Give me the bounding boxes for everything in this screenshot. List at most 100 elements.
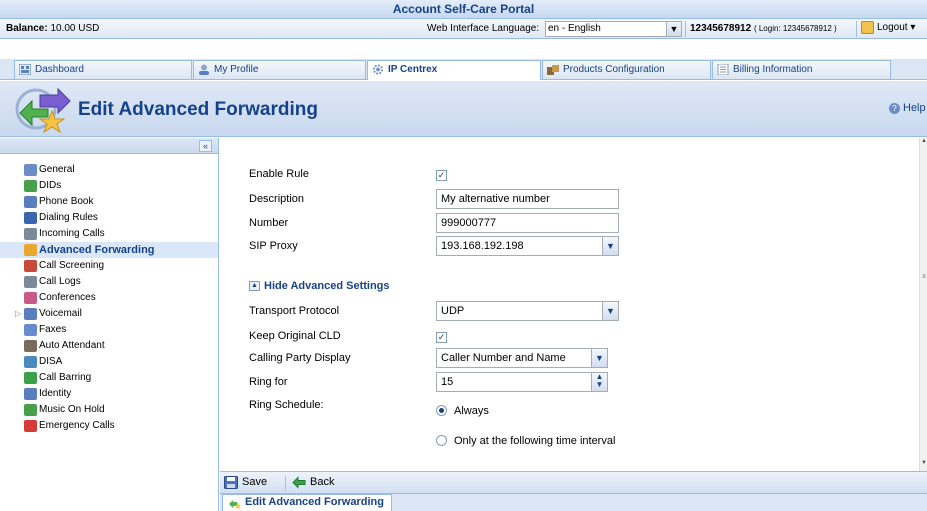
save-label: Save xyxy=(242,476,268,488)
scroll-down-icon[interactable]: ▼ xyxy=(920,460,927,466)
sidebar-item-general[interactable]: General xyxy=(0,162,218,178)
bottom-tab-label: Edit Advanced Forwarding xyxy=(245,496,384,508)
expand-icon[interactable]: ▷ xyxy=(15,306,21,322)
sidebar-item-emergency-calls[interactable]: Emergency Calls xyxy=(0,418,218,434)
dashboard-icon xyxy=(19,64,31,75)
sidebar-list: General DIDs Phone Book Dialing Rules In… xyxy=(0,154,218,434)
sidebar-item-disa[interactable]: DISA xyxy=(0,354,218,370)
logout-label: Logout xyxy=(877,22,908,34)
main-tabs: Dashboard My Profile IP Centrex Products… xyxy=(0,59,927,80)
advanced-forwarding-icon xyxy=(229,500,241,509)
tab-billing-information[interactable]: Billing Information xyxy=(712,60,891,79)
schedule-always-radio[interactable] xyxy=(436,405,447,416)
help-label: Help xyxy=(903,102,926,114)
language-value: en - English xyxy=(548,23,601,34)
content-scrollbar[interactable]: ▲ ≡ ▼ xyxy=(919,138,927,471)
tab-label: Products Configuration xyxy=(563,64,665,75)
sidebar-item-label: Auto Attendant xyxy=(39,340,105,351)
sidebar-item-call-logs[interactable]: Call Logs xyxy=(0,274,218,290)
back-button[interactable]: Back xyxy=(292,476,335,489)
sidebar-item-music-on-hold[interactable]: Music On Hold xyxy=(0,402,218,418)
keep-cld-checkbox[interactable]: ✓ xyxy=(436,332,447,343)
enable-rule-checkbox[interactable]: ✓ xyxy=(436,170,447,181)
transport-select[interactable]: UDP ▼ xyxy=(436,301,619,321)
document-icon xyxy=(717,64,729,75)
back-arrow-icon xyxy=(292,476,306,489)
collapse-icon[interactable]: « xyxy=(199,140,212,152)
tab-edit-advanced-forwarding[interactable]: Edit Advanced Forwarding xyxy=(222,494,392,511)
sidebar-item-advanced-forwarding[interactable]: Advanced Forwarding xyxy=(0,242,218,258)
description-label: Description xyxy=(249,193,305,205)
help-icon: ? xyxy=(889,103,900,114)
bottom-tab-bar: Edit Advanced Forwarding xyxy=(220,494,927,511)
scroll-up-icon[interactable]: ▲ xyxy=(920,138,927,144)
disa-icon xyxy=(24,356,37,368)
sidebar-item-dids[interactable]: DIDs xyxy=(0,178,218,194)
schedule-always-label: Always xyxy=(454,405,489,417)
language-select[interactable]: en - English ▼ xyxy=(545,21,682,37)
sip-proxy-value: 193.168.192.198 xyxy=(441,240,524,252)
scroll-grip-icon[interactable]: ≡ xyxy=(920,274,927,280)
tab-dashboard[interactable]: Dashboard xyxy=(14,60,192,79)
stepper-arrows-icon[interactable]: ▲ ▼ xyxy=(591,373,607,391)
tab-my-profile[interactable]: My Profile xyxy=(193,60,366,79)
sidebar-item-incoming-calls[interactable]: Incoming Calls xyxy=(0,226,218,242)
sidebar-item-call-screening[interactable]: Call Screening xyxy=(0,258,218,274)
sidebar-item-auto-attendant[interactable]: Auto Attendant xyxy=(0,338,218,354)
keep-cld-label: Keep Original CLD xyxy=(249,330,341,342)
dialing-rules-icon xyxy=(24,212,37,224)
hide-advanced-toggle[interactable]: ▲ Hide Advanced Settings xyxy=(249,280,390,292)
divider xyxy=(685,21,686,37)
sidebar-item-label: General xyxy=(39,164,75,175)
number-label: Number xyxy=(249,217,289,229)
lock-icon xyxy=(861,21,874,34)
chevron-down-icon[interactable]: ▼ xyxy=(591,349,607,367)
auto-attendant-icon xyxy=(24,340,37,352)
sidebar-item-conferences[interactable]: Conferences xyxy=(0,290,218,306)
calling-party-select[interactable]: Caller Number and Name ▼ xyxy=(436,348,608,368)
balance-value: 10.00 USD xyxy=(50,23,100,34)
chevron-down-icon[interactable]: ▼ xyxy=(602,302,618,320)
sidebar-item-phone-book[interactable]: Phone Book xyxy=(0,194,218,210)
sidebar: « General DIDs Phone Book Dialing Rules … xyxy=(0,138,219,511)
conferences-icon xyxy=(24,292,37,304)
sidebar-item-faxes[interactable]: Faxes xyxy=(0,322,218,338)
voicemail-icon xyxy=(24,308,37,320)
sidebar-item-voicemail[interactable]: ▷ Voicemail xyxy=(0,306,218,322)
tab-ip-centrex[interactable]: IP Centrex xyxy=(367,60,541,80)
chevron-down-icon[interactable]: ▼ xyxy=(602,237,618,255)
logout-button[interactable]: Logout ▾ xyxy=(861,21,915,34)
calling-party-value: Caller Number and Name xyxy=(441,352,566,364)
gear-icon xyxy=(24,164,37,176)
sidebar-item-identity[interactable]: Identity xyxy=(0,386,218,402)
tab-label: My Profile xyxy=(214,64,259,75)
page-header: Edit Advanced Forwarding ? Help xyxy=(0,81,927,137)
tab-products-configuration[interactable]: Products Configuration xyxy=(542,60,711,79)
sidebar-item-label: Call Screening xyxy=(39,260,105,271)
save-button[interactable]: Save xyxy=(224,476,268,489)
schedule-interval-radio[interactable] xyxy=(436,435,447,446)
help-button[interactable]: ? Help xyxy=(889,102,926,114)
phone-book-icon xyxy=(24,196,37,208)
sidebar-item-label: Call Barring xyxy=(39,372,92,383)
ring-for-stepper[interactable]: 15 ▲ ▼ xyxy=(436,372,608,392)
transport-value: UDP xyxy=(441,305,465,317)
advanced-forwarding-icon xyxy=(24,244,37,256)
call-screening-icon xyxy=(24,260,37,272)
sidebar-item-dialing-rules[interactable]: Dialing Rules xyxy=(0,210,218,226)
sidebar-item-label: DIDs xyxy=(39,180,62,191)
chevron-down-icon[interactable]: ▼ xyxy=(666,22,681,36)
sip-proxy-select[interactable]: 193.168.192.198 ▼ xyxy=(436,236,619,256)
page-title: Edit Advanced Forwarding xyxy=(78,99,318,120)
faxes-icon xyxy=(24,324,37,336)
dids-icon xyxy=(24,180,37,192)
ring-schedule-label: Ring Schedule: xyxy=(249,399,324,411)
call-logs-icon xyxy=(24,276,37,288)
sidebar-item-call-barring[interactable]: Call Barring xyxy=(0,370,218,386)
sidebar-item-label: Faxes xyxy=(39,324,67,335)
description-field[interactable]: My alternative number xyxy=(436,189,619,209)
form-panel: Enable Rule ✓ Description My alternative… xyxy=(220,138,919,471)
number-field[interactable]: 999000777 xyxy=(436,213,619,233)
sidebar-item-label: Music On Hold xyxy=(39,404,105,415)
back-label: Back xyxy=(310,476,335,488)
